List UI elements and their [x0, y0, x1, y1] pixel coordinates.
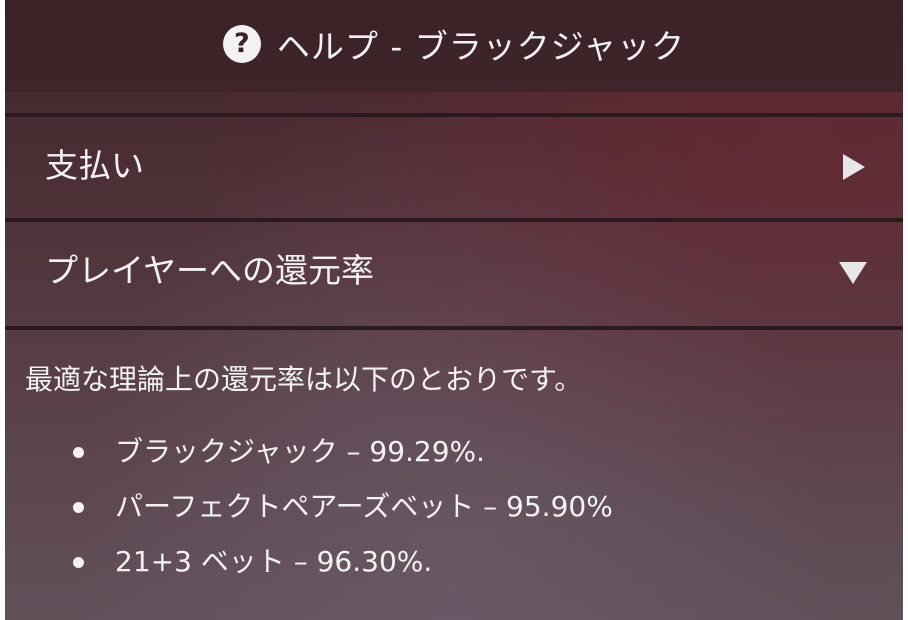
bullet-icon — [73, 502, 84, 513]
header-title-group: ? ヘルプ - ブラックジャック — [5, 18, 903, 70]
bullet-icon — [73, 447, 84, 458]
bullet-icon — [73, 557, 84, 568]
question-icon: ? — [222, 25, 261, 63]
section-return-to-player[interactable]: プレイヤーへの還元率 — [5, 222, 903, 320]
triangle-right-icon — [843, 154, 865, 180]
rtp-21-plus-3: 21+3 ベット – 96.30%. — [115, 545, 433, 578]
rtp-intro-text: 最適な理論上の還元率は以下のとおりです。 — [25, 363, 583, 396]
section-payouts-label: 支払い — [45, 146, 144, 185]
section-return-to-player-label: プレイヤーへの還元率 — [45, 251, 375, 290]
rtp-blackjack: ブラックジャック – 99.29%. — [115, 435, 486, 468]
rtp-list: ブラックジャック – 99.29%. パーフェクトペアーズベット – 95.90… — [5, 428, 903, 593]
section-return-to-player-content: 最適な理論上の還元率は以下のとおりです。 ブラックジャック – 99.29%. … — [5, 332, 903, 620]
help-panel: ? ヘルプ - ブラックジャック 支払い プレイヤーへの還元率 最適な理論上の還… — [5, 0, 903, 620]
divider — [5, 326, 903, 330]
list-item: ブラックジャック – 99.29%. — [5, 428, 903, 483]
list-item: 21+3 ベット – 96.30%. — [5, 538, 903, 593]
rtp-perfect-pairs: パーフェクトペアーズベット – 95.90% — [115, 490, 613, 523]
page-title: ヘルプ - ブラックジャック — [276, 27, 686, 66]
help-header: ? ヘルプ - ブラックジャック — [5, 0, 903, 92]
section-payouts[interactable]: 支払い — [5, 117, 903, 215]
triangle-down-icon — [839, 262, 867, 284]
list-item: パーフェクトペアーズベット – 95.90% — [5, 483, 903, 538]
